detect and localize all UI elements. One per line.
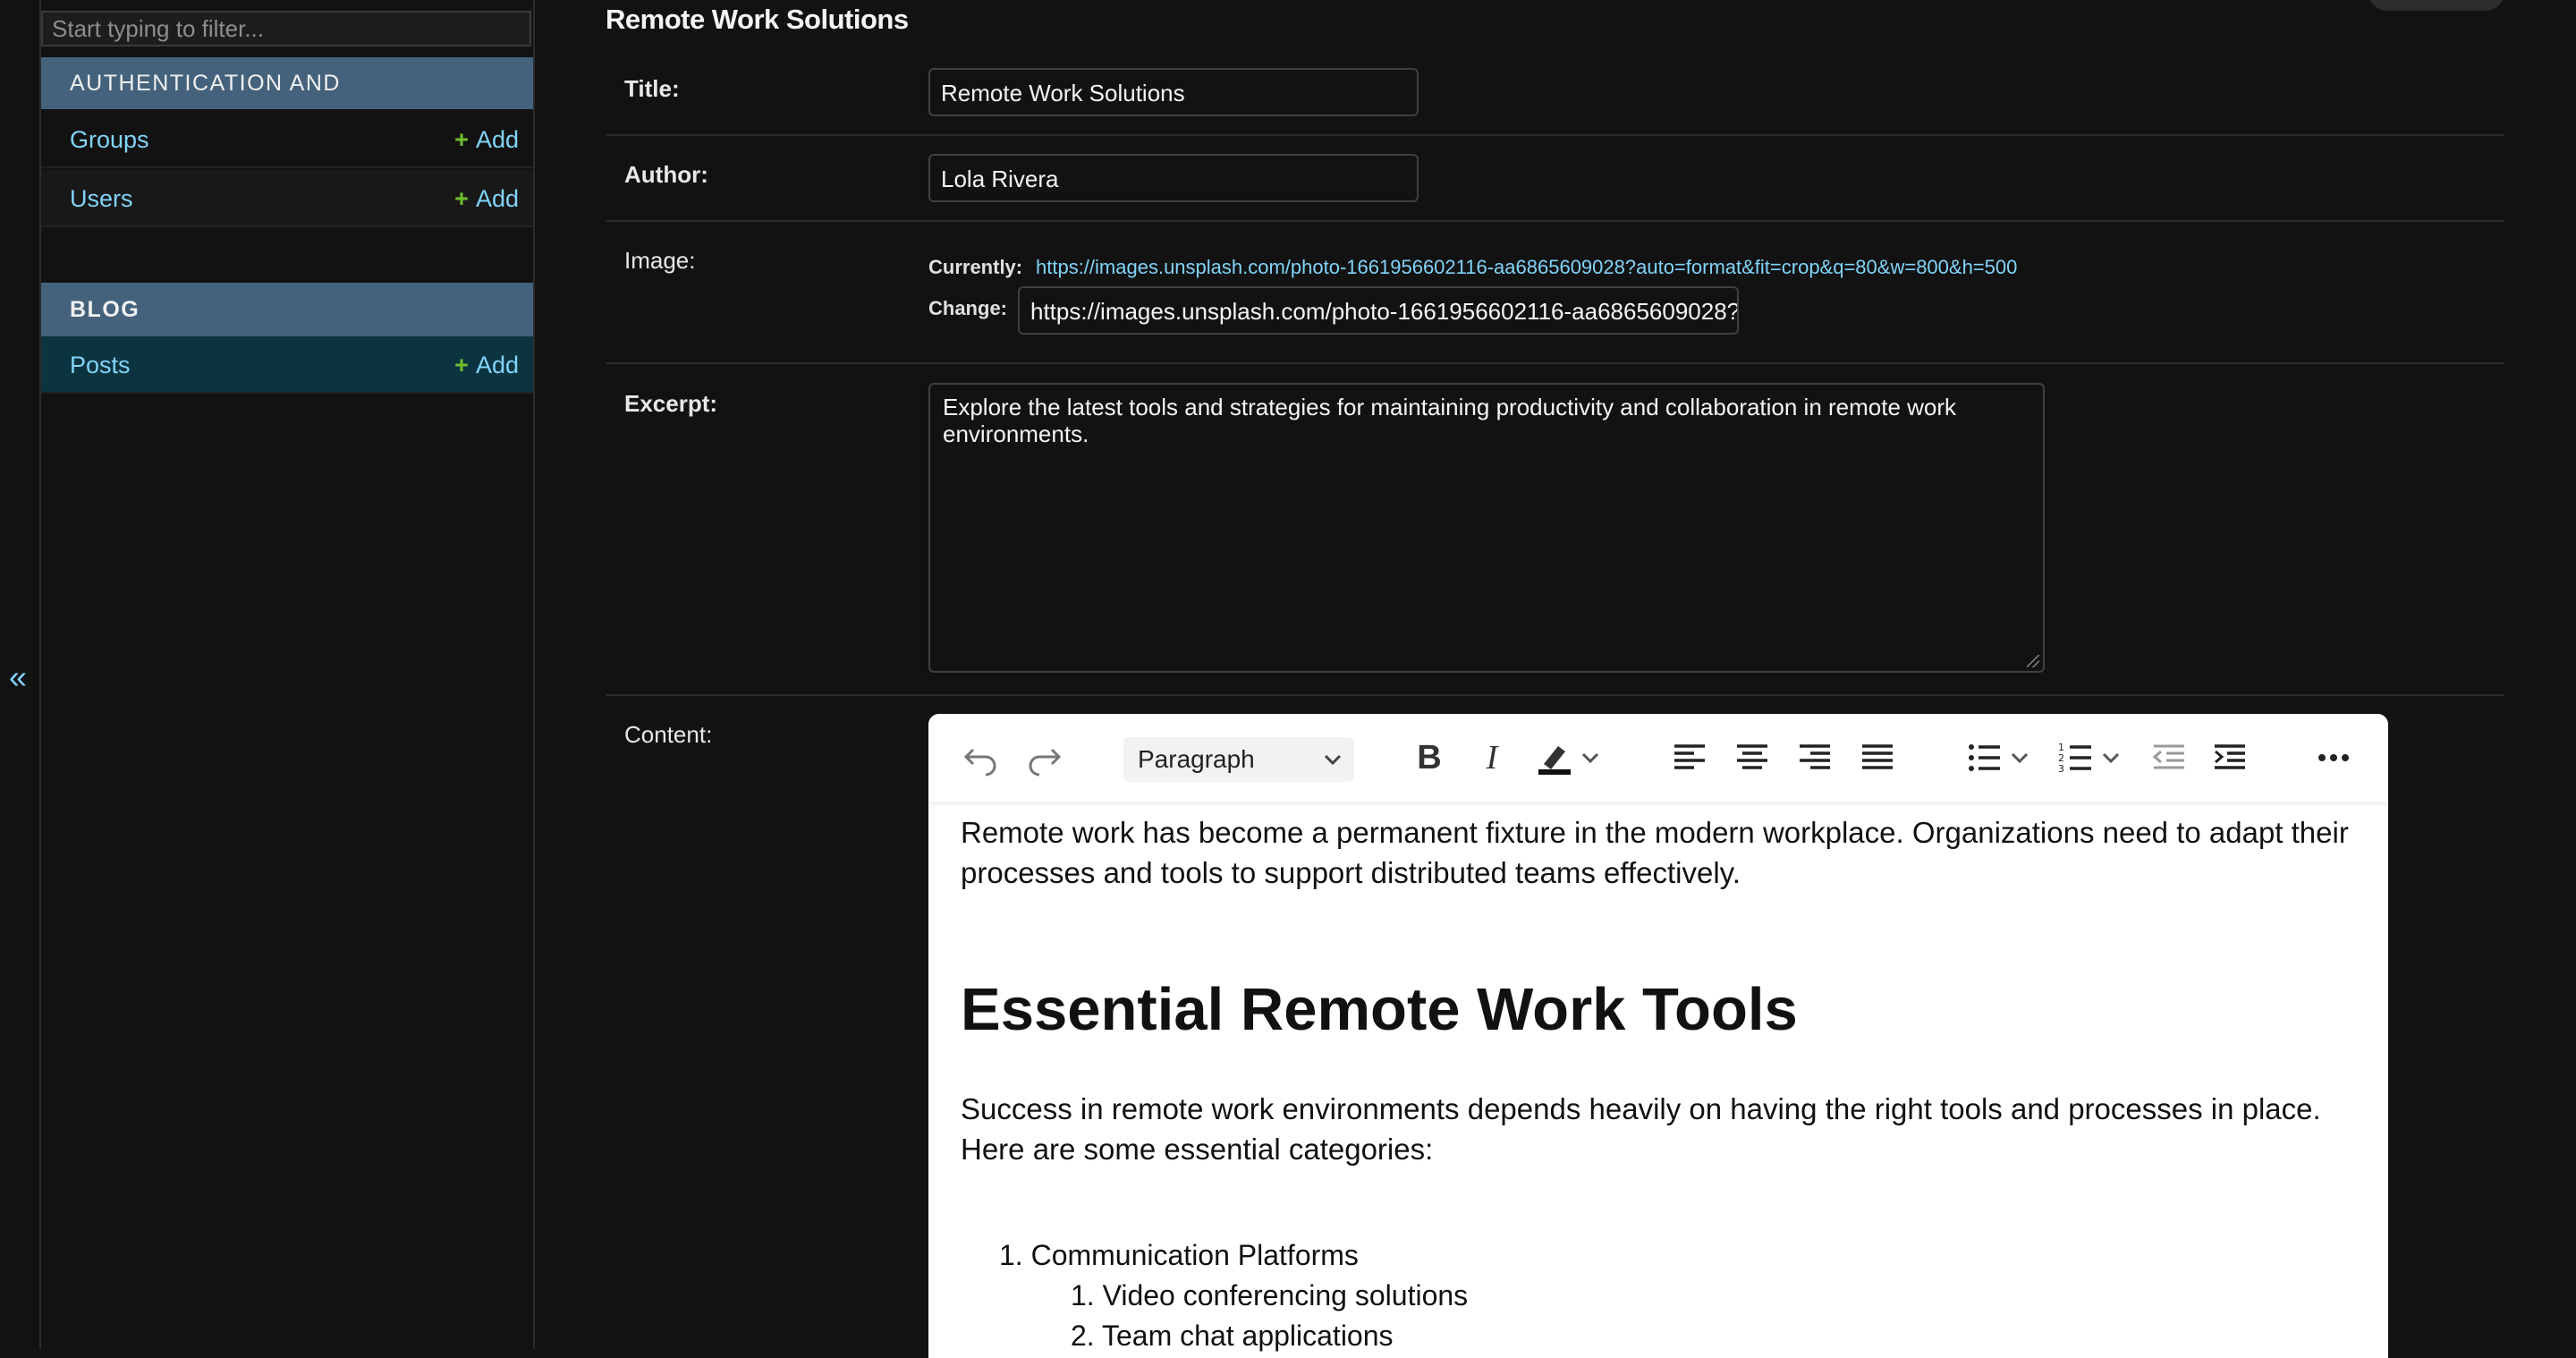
more-tools-button[interactable] (2315, 739, 2352, 777)
sidebar: Start typing to filter... AUTHENTICATION… (0, 0, 537, 1349)
module-header-blog[interactable]: BLOG (41, 283, 533, 336)
content-label: Content: (624, 721, 713, 748)
justify-button[interactable] (1859, 739, 1896, 777)
divider (606, 362, 2504, 364)
currently-label: Currently: (928, 256, 1023, 278)
align-right-button[interactable] (1796, 739, 1834, 777)
sidebar-item-groups[interactable]: Groups + Add (41, 111, 533, 168)
image-url-input[interactable]: https://images.unsplash.com/photo-166195… (1018, 286, 1739, 335)
history-button[interactable] (2368, 0, 2504, 11)
more-horizontal-icon (2318, 754, 2349, 761)
align-left-icon (1674, 744, 1705, 769)
svg-text:3: 3 (2058, 763, 2064, 775)
editor-content[interactable]: Remote work has become a permanent fixtu… (961, 812, 2356, 1356)
add-user-link[interactable]: + Add (454, 170, 519, 227)
nav-filter-input[interactable]: Start typing to filter... (41, 11, 531, 47)
align-justify-icon (1862, 744, 1893, 769)
outdent-button[interactable] (2150, 739, 2188, 777)
collapse-sidebar-button[interactable]: « (9, 658, 27, 696)
content-paragraph: Success in remote work environments depe… (961, 1092, 2321, 1166)
list-item: 1. Video conferencing solutions (1071, 1279, 1469, 1311)
sidebar-item-users[interactable]: Users + Add (41, 170, 533, 227)
numbered-list-dropdown[interactable] (2098, 739, 2123, 777)
highlight-dropdown[interactable] (1578, 739, 1603, 777)
bulleted-list-icon (1969, 744, 2000, 771)
chevron-down-icon (1581, 752, 1599, 764)
excerpt-label: Excerpt: (624, 390, 718, 417)
sidebar-item-label[interactable]: Groups (70, 126, 149, 153)
align-center-icon (1737, 744, 1767, 769)
plus-icon: + (454, 126, 469, 153)
italic-button[interactable]: I (1474, 739, 1510, 777)
bold-button[interactable]: B (1411, 739, 1447, 777)
chevron-down-icon (2102, 752, 2120, 764)
title-label: Title: (624, 75, 680, 102)
nested-ordered-list: 1. Video conferencing solutions 2. Team … (999, 1276, 2356, 1356)
page-title: Remote Work Solutions (606, 4, 909, 35)
plus-icon: + (454, 185, 469, 212)
sidebar-item-label[interactable]: Posts (70, 352, 131, 378)
excerpt-text: Explore the latest tools and strategies … (943, 394, 1957, 447)
bulleted-list-button[interactable] (1966, 739, 2004, 777)
sidebar-item-label[interactable]: Users (70, 185, 133, 212)
indent-button[interactable] (2211, 739, 2249, 777)
chevron-down-icon (2011, 752, 2029, 764)
add-post-link[interactable]: + Add (454, 336, 519, 394)
chevron-down-icon (1324, 754, 1342, 766)
numbered-list-icon: 123 (2058, 742, 2091, 775)
editor-toolbar: Paragraph B I 123 (928, 714, 2388, 802)
outdent-icon (2152, 744, 2184, 769)
rich-text-editor[interactable]: Paragraph B I 123 Remote work has become… (928, 714, 2388, 1358)
bulleted-list-dropdown[interactable] (2007, 739, 2032, 777)
align-left-button[interactable] (1671, 739, 1708, 777)
current-image-link[interactable]: https://images.unsplash.com/photo-166195… (1036, 256, 2017, 279)
ordered-list: 1. Communication Platforms 1. Video conf… (961, 1235, 2356, 1356)
change-label: Change: (928, 297, 1007, 319)
divider (606, 220, 2504, 222)
content-heading: Essential Remote Work Tools (961, 976, 1798, 1043)
redo-icon (1029, 748, 1062, 777)
module-header-auth[interactable]: AUTHENTICATION AND AUTHORIZATION (41, 57, 533, 148)
align-right-icon (1800, 744, 1830, 769)
sidebar-right-border (533, 0, 535, 1349)
heading-style-dropdown[interactable]: Paragraph (1123, 737, 1354, 782)
excerpt-textarea[interactable]: Explore the latest tools and strategies … (928, 383, 2045, 673)
list-item: 1. Communication Platforms (999, 1239, 1359, 1271)
resize-handle[interactable] (2027, 655, 2039, 667)
undo-button[interactable] (961, 739, 1002, 777)
image-label: Image: (624, 247, 696, 274)
plus-icon: + (454, 352, 469, 378)
heading-style-value: Paragraph (1138, 745, 1255, 773)
author-label: Author: (624, 161, 708, 188)
italic-icon: I (1486, 739, 1498, 777)
highlight-icon (1538, 746, 1571, 775)
divider (606, 134, 2504, 136)
align-center-button[interactable] (1733, 739, 1771, 777)
author-select[interactable]: Lola Rivera (928, 154, 1419, 202)
numbered-list-button[interactable]: 123 (2057, 739, 2095, 777)
indent-icon (2215, 744, 2245, 769)
list-item: 2. Team chat applications (1071, 1320, 1394, 1352)
add-group-link[interactable]: + Add (454, 111, 519, 168)
title-input[interactable]: Remote Work Solutions (928, 68, 1419, 116)
bold-icon: B (1417, 739, 1442, 777)
content-paragraph: Remote work has become a permanent fixtu… (961, 816, 2349, 889)
sidebar-item-posts[interactable]: Posts + Add (41, 336, 533, 394)
undo-icon (963, 748, 996, 777)
highlight-button[interactable] (1535, 739, 1574, 777)
redo-button[interactable] (1023, 739, 1064, 777)
divider (606, 694, 2504, 696)
